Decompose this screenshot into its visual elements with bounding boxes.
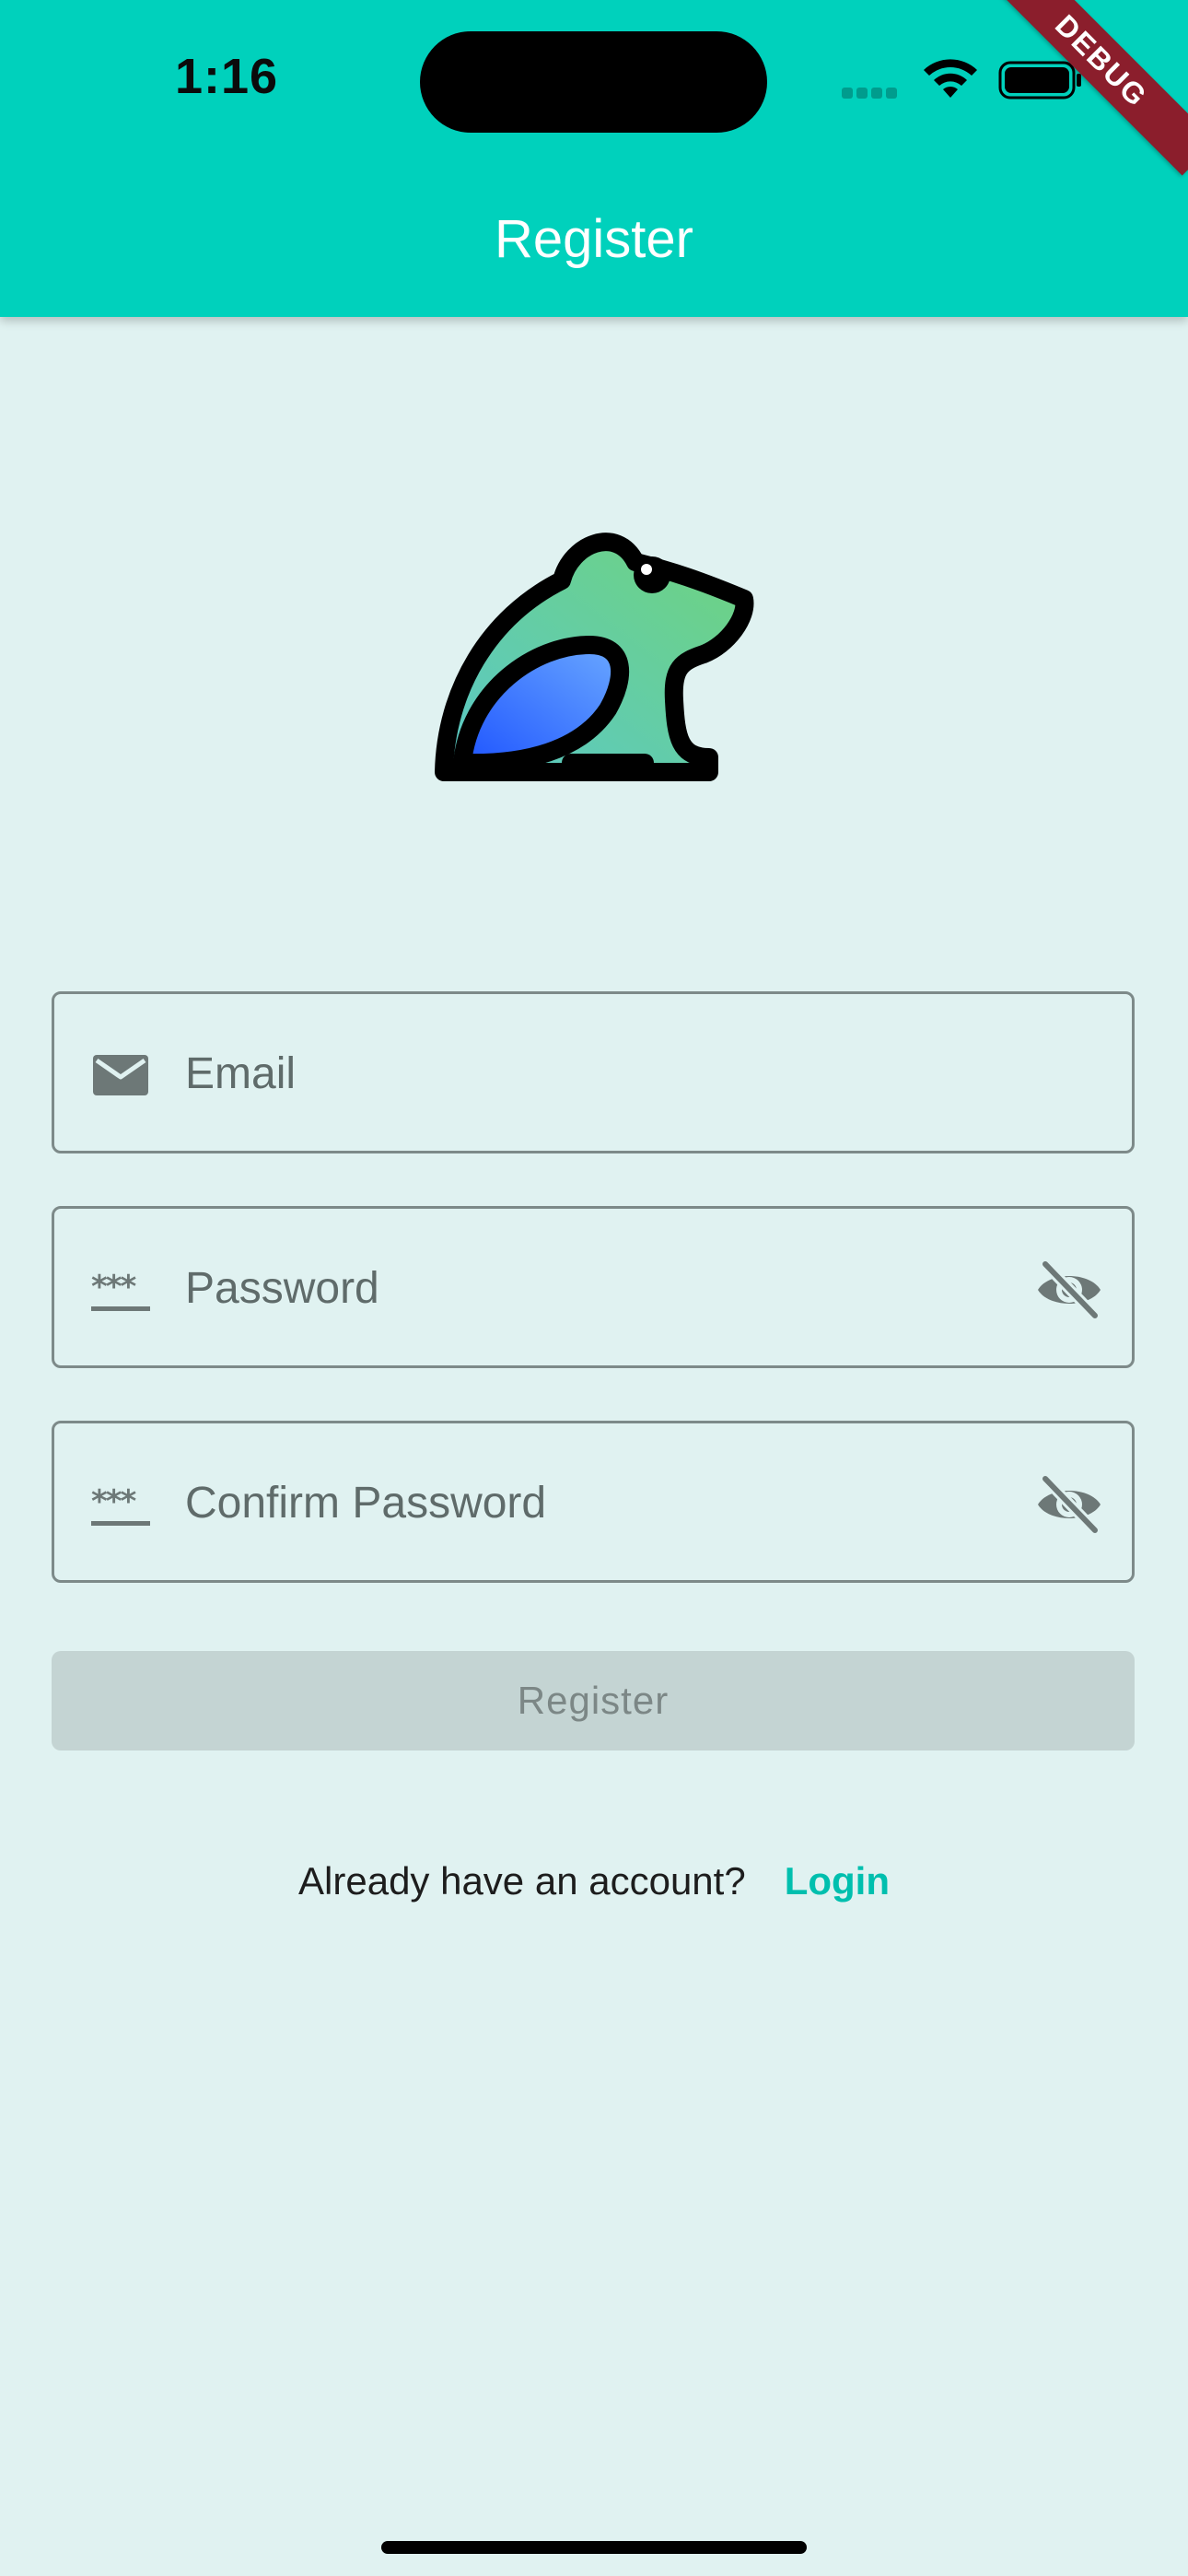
wifi-icon [924, 59, 977, 98]
app-bar: 1:16 Register DEBUG [0, 0, 1188, 317]
status-time: 1:16 [175, 49, 279, 104]
dynamic-island [420, 31, 767, 133]
email-input[interactable] [185, 1031, 1014, 1116]
login-prompt-text: Already have an account? [298, 1859, 746, 1903]
password-field[interactable]: *** [52, 1206, 1135, 1368]
password-input[interactable] [185, 1246, 1014, 1330]
confirm-password-input[interactable] [185, 1460, 1014, 1545]
confirm-password-field[interactable]: *** [52, 1421, 1135, 1583]
visibility-off-icon[interactable] [1034, 1469, 1104, 1540]
email-field[interactable] [52, 991, 1135, 1153]
login-link[interactable]: Login [785, 1859, 890, 1903]
mail-icon [93, 1055, 148, 1095]
svg-text:***: *** [91, 1483, 137, 1520]
register-button[interactable]: Register [52, 1651, 1135, 1751]
visibility-off-icon[interactable] [1034, 1255, 1104, 1325]
battery-icon [998, 61, 1081, 100]
cellular-signal-icon [842, 87, 906, 100]
password-icon: *** [91, 1483, 150, 1526]
home-indicator[interactable] [381, 2541, 807, 2554]
login-prompt: Already have an account? Login [0, 1859, 1188, 1903]
svg-text:***: *** [91, 1269, 137, 1306]
frog-logo-icon [435, 533, 754, 781]
register-screen: 1:16 Register DEBUG Email *** *** Regist… [0, 0, 1188, 2576]
password-icon: *** [91, 1269, 150, 1311]
page-title: Register [495, 209, 693, 269]
